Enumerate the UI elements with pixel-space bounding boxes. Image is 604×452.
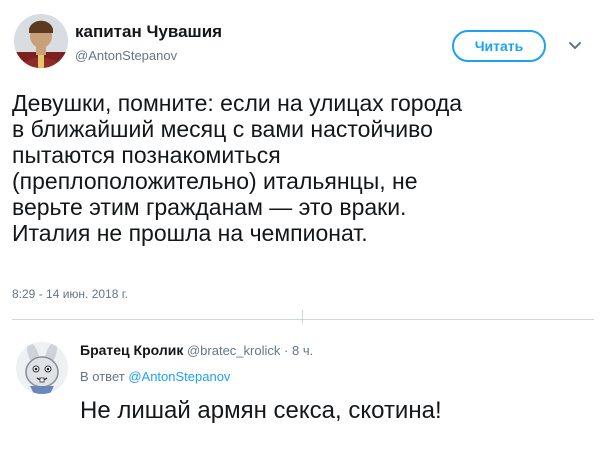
reply-avatar[interactable] (16, 342, 68, 394)
chevron-down-icon[interactable] (566, 36, 584, 54)
reply-separator: · (284, 343, 289, 358)
rabbit-avatar-icon (16, 342, 68, 394)
main-tweet: капитан Чувашия @AntonStepanov Читать Де… (0, 0, 604, 310)
reply-text: Не лишай армян секса, скотина! (80, 397, 442, 424)
tweet-text-line: верьте этим гражданам — это враки. (12, 194, 407, 220)
tweet-text-line: Италия не прошла на чемпионат. (12, 220, 368, 246)
tweet-timestamp[interactable]: 8:29 - 14 июн. 2018 г. (12, 287, 128, 301)
reply-time[interactable]: 8 ч. (292, 343, 313, 358)
author-name[interactable]: капитан Чувашия (75, 22, 222, 42)
tweet-text-line: (преплоположительно) итальянцы, не (12, 168, 418, 194)
tweet-text: Девушки, помните: если на улицах города … (12, 90, 592, 246)
in-reply-mention[interactable]: @AntonStepanov (128, 369, 230, 384)
reply-tweet: Братец Кролик @bratec_krolick · 8 ч. В о… (0, 320, 604, 452)
tweet-text-line: в ближайший месяц с вами настойчиво (12, 116, 433, 142)
tweet-text-line: пытаются познакомиться (12, 142, 281, 168)
in-reply-to: В ответ @AntonStepanov (80, 369, 230, 384)
reply-author-name[interactable]: Братец Кролик (80, 342, 183, 358)
author-handle[interactable]: @AntonStepanov (75, 48, 177, 63)
reply-header: Братец Кролик @bratec_krolick · 8 ч. (80, 342, 313, 358)
portrait-avatar-icon (14, 14, 68, 68)
reply-author-handle[interactable]: @bratec_krolick (187, 343, 280, 358)
author-avatar[interactable] (14, 14, 68, 68)
in-reply-prefix: В ответ (80, 369, 125, 384)
follow-button[interactable]: Читать (452, 30, 546, 62)
tweet-text-line: Девушки, помните: если на улицах города (12, 90, 463, 116)
